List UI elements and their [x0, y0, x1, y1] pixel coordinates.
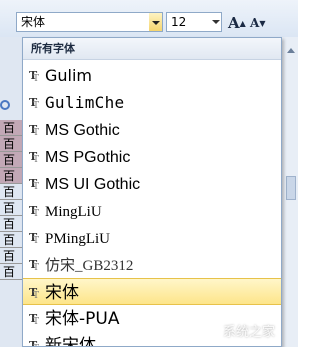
font-list-item[interactable]: Gulim	[23, 62, 281, 89]
document-line: 百	[0, 200, 22, 216]
document-line: 百	[0, 168, 22, 184]
font-name-label: 新宋体	[45, 336, 96, 347]
grow-font-button[interactable]: A▲	[228, 12, 250, 34]
font-list-item[interactable]: MS UI Gothic	[23, 170, 281, 197]
font-name-label: MS UI Gothic	[45, 176, 141, 193]
truetype-font-icon	[29, 205, 41, 220]
truetype-font-icon	[29, 97, 41, 112]
ribbon-toolbar: 宋体 12 A▲ A▼	[0, 0, 298, 38]
document-marker-icon	[0, 100, 10, 110]
truetype-font-icon	[29, 287, 41, 302]
truetype-font-icon	[29, 313, 41, 328]
font-size-dropdown-button[interactable]	[211, 13, 221, 31]
all-fonts-header: 所有字体	[23, 38, 281, 60]
document-line: 百	[0, 216, 22, 232]
scroll-up-icon[interactable]	[287, 48, 295, 53]
scrollbar-thumb[interactable]	[286, 176, 296, 200]
font-name-dropdown-button[interactable]	[149, 12, 163, 32]
document-lines: 百百百百百百百百百百	[0, 120, 22, 280]
font-name-label: PMingLiU	[45, 231, 111, 247]
font-list-item[interactable]: MS Gothic	[23, 116, 281, 143]
document-line: 百	[0, 152, 22, 168]
font-list-item[interactable]: GulimChe	[23, 89, 281, 116]
font-name-input[interactable]: 宋体	[16, 12, 150, 32]
document-line: 百	[0, 264, 22, 280]
font-list-item[interactable]: PMingLiU	[23, 224, 281, 251]
font-list-item[interactable]: MingLiU	[23, 197, 281, 224]
document-line: 百	[0, 232, 22, 248]
document-line: 百	[0, 120, 22, 136]
font-name-label: Gulim	[45, 66, 93, 85]
watermark: 系统之家	[222, 325, 275, 340]
truetype-font-icon	[29, 178, 41, 193]
document-line: 百	[0, 248, 22, 264]
document-line: 百	[0, 136, 22, 152]
font-name-label: 宋体	[45, 283, 79, 303]
font-name-label: MingLiU	[45, 204, 102, 220]
font-list-item[interactable]: 仿宋_GB2312	[23, 251, 281, 278]
font-name-label: MS Gothic	[45, 122, 120, 139]
font-name-label: MS PGothic	[45, 149, 131, 166]
truetype-font-icon	[29, 70, 41, 85]
truetype-font-icon	[29, 232, 41, 247]
truetype-font-icon	[29, 124, 41, 139]
font-name-label: 宋体-PUA	[45, 309, 120, 329]
shrink-font-button[interactable]: A▼	[250, 12, 272, 34]
font-list-item[interactable]: 宋体	[23, 278, 281, 305]
font-list: Gulim GulimChe MS Gothic MS PGothic MS UI Go…	[23, 62, 281, 347]
font-dropdown: 所有字体 Gulim GulimChe MS Gothic MS PGothic MS …	[22, 37, 282, 347]
truetype-font-icon	[29, 340, 41, 346]
truetype-font-icon	[29, 259, 41, 274]
truetype-font-icon	[29, 151, 41, 166]
font-list-item[interactable]: MS PGothic	[23, 143, 281, 170]
font-name-label: 仿宋_GB2312	[45, 258, 134, 274]
font-name-label: GulimChe	[45, 93, 125, 112]
document-line: 百	[0, 184, 22, 200]
